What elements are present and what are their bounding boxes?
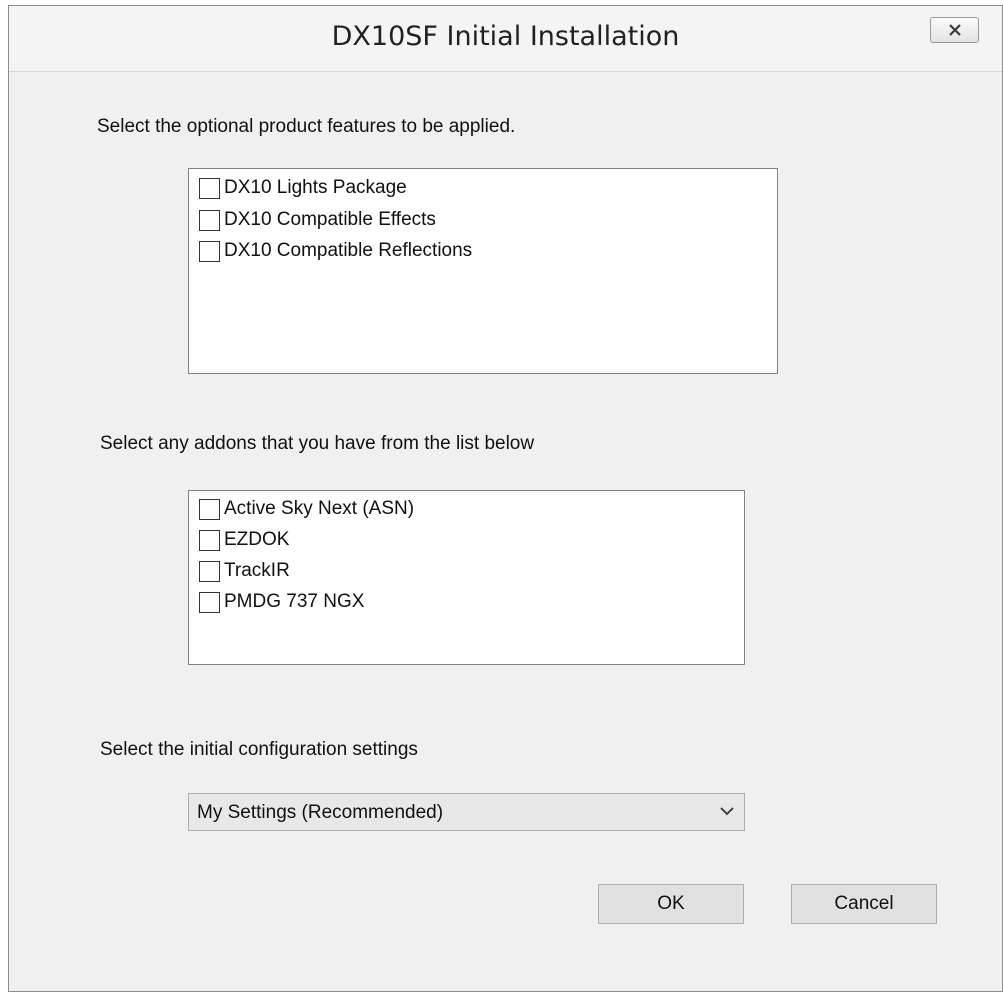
features-label: Select the optional product features to … xyxy=(97,116,516,137)
installation-dialog: DX10SF Initial Installation Select the o… xyxy=(8,5,1003,992)
checkbox[interactable] xyxy=(199,498,220,520)
addon-item-pmdg[interactable]: PMDG 737 NGX xyxy=(199,588,364,616)
feature-item-lights[interactable]: DX10 Lights Package xyxy=(199,174,407,202)
addon-item-trackir[interactable]: TrackIR xyxy=(199,557,290,585)
addon-item-label: EZDOK xyxy=(224,529,290,550)
addon-item-label: PMDG 737 NGX xyxy=(224,591,365,612)
config-label: Select the initial configuration setting… xyxy=(100,739,418,760)
checkbox[interactable] xyxy=(199,177,220,199)
addon-item-label: TrackIR xyxy=(224,560,290,581)
feature-item-label: DX10 Compatible Reflections xyxy=(224,240,473,261)
checkbox[interactable] xyxy=(199,560,220,582)
checkbox[interactable] xyxy=(199,529,220,551)
feature-item-reflections[interactable]: DX10 Compatible Reflections xyxy=(199,237,472,265)
config-dropdown[interactable]: My Settings (Recommended) xyxy=(188,793,745,831)
feature-item-label: DX10 Compatible Effects xyxy=(224,209,436,230)
close-button[interactable] xyxy=(930,17,979,43)
window-title: DX10SF Initial Installation xyxy=(331,21,680,52)
chevron-down-icon xyxy=(720,807,734,816)
addon-item-asn[interactable]: Active Sky Next (ASN) xyxy=(199,495,414,523)
config-selected-value: My Settings (Recommended) xyxy=(197,802,444,823)
ok-button[interactable]: OK xyxy=(598,884,744,924)
title-bar[interactable]: DX10SF Initial Installation xyxy=(9,6,1002,72)
feature-item-effects[interactable]: DX10 Compatible Effects xyxy=(199,206,436,234)
checkbox[interactable] xyxy=(199,240,220,262)
checkbox[interactable] xyxy=(199,209,220,231)
close-icon xyxy=(948,24,961,36)
addons-label: Select any addons that you have from the… xyxy=(100,433,535,454)
addon-item-ezdok[interactable]: EZDOK xyxy=(199,526,289,554)
feature-item-label: DX10 Lights Package xyxy=(224,177,407,198)
checkbox[interactable] xyxy=(199,591,220,613)
features-listbox[interactable]: DX10 Lights Package DX10 Compatible Effe… xyxy=(188,168,778,374)
addons-listbox[interactable]: Active Sky Next (ASN) EZDOK TrackIR PMDG… xyxy=(188,490,745,665)
cancel-button[interactable]: Cancel xyxy=(791,884,937,924)
addon-item-label: Active Sky Next (ASN) xyxy=(224,498,415,519)
